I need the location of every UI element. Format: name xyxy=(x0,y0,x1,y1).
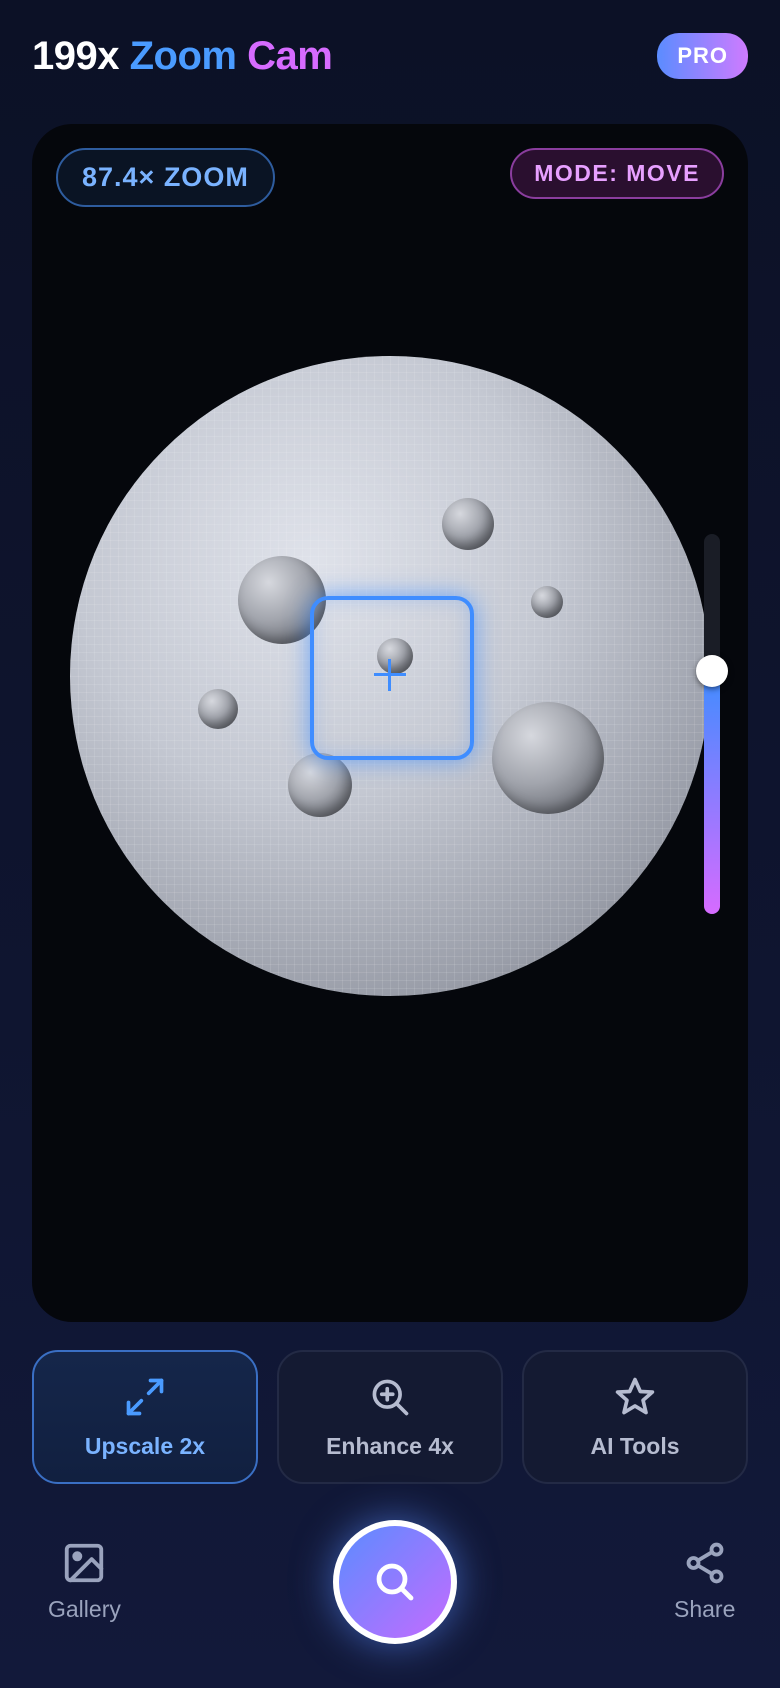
star-icon xyxy=(615,1377,655,1414)
ai-tools-label: AI Tools xyxy=(590,1432,680,1459)
zoom-in-icon xyxy=(372,1379,409,1415)
zoom-level-indicator: 87.4× ZOOM xyxy=(56,148,275,207)
crater xyxy=(531,586,563,618)
gallery-label: Gallery xyxy=(48,1596,121,1622)
crater xyxy=(492,702,604,814)
bottom-bar: Gallery Share xyxy=(0,1510,780,1660)
crater xyxy=(198,689,238,729)
capture-button[interactable] xyxy=(333,1520,457,1644)
search-icon xyxy=(376,1563,414,1601)
pro-badge[interactable]: PRO xyxy=(657,33,748,79)
app-title-part1: 199x xyxy=(32,33,119,78)
gallery-button[interactable]: Gallery xyxy=(48,1540,121,1623)
app-title: 199x Zoom Cam xyxy=(32,33,333,79)
app-title-part3: Cam xyxy=(247,33,333,78)
enhance-button[interactable]: Enhance 4x xyxy=(277,1350,503,1484)
enhance-label: Enhance 4x xyxy=(326,1432,454,1459)
expand-arrows-icon xyxy=(126,1378,164,1415)
focus-frame[interactable] xyxy=(310,596,474,760)
app-header: 199x Zoom Cam PRO xyxy=(32,28,748,84)
crater xyxy=(288,753,352,817)
zoom-slider-handle[interactable] xyxy=(696,655,728,687)
tool-buttons: Upscale 2x Enhance 4x AI Tools xyxy=(32,1350,748,1484)
app-title-part2: Zoom xyxy=(129,33,237,78)
share-button[interactable]: Share xyxy=(674,1540,735,1623)
upscale-button[interactable]: Upscale 2x xyxy=(32,1350,258,1484)
zoom-slider-track[interactable] xyxy=(696,534,728,914)
ai-tools-button[interactable]: AI Tools xyxy=(522,1350,748,1484)
share-label: Share xyxy=(674,1596,736,1622)
camera-viewfinder[interactable]: 87.4× ZOOM MODE: MOVE xyxy=(32,124,748,1322)
capture-button-inner xyxy=(339,1526,451,1638)
zoom-slider-fill xyxy=(704,671,720,914)
crater xyxy=(442,498,494,550)
crosshair-vertical xyxy=(388,659,391,691)
mode-toggle[interactable]: MODE: MOVE xyxy=(510,148,724,199)
upscale-label: Upscale 2x xyxy=(84,1432,206,1459)
share-icon xyxy=(686,1542,724,1584)
image-icon xyxy=(65,1543,104,1583)
